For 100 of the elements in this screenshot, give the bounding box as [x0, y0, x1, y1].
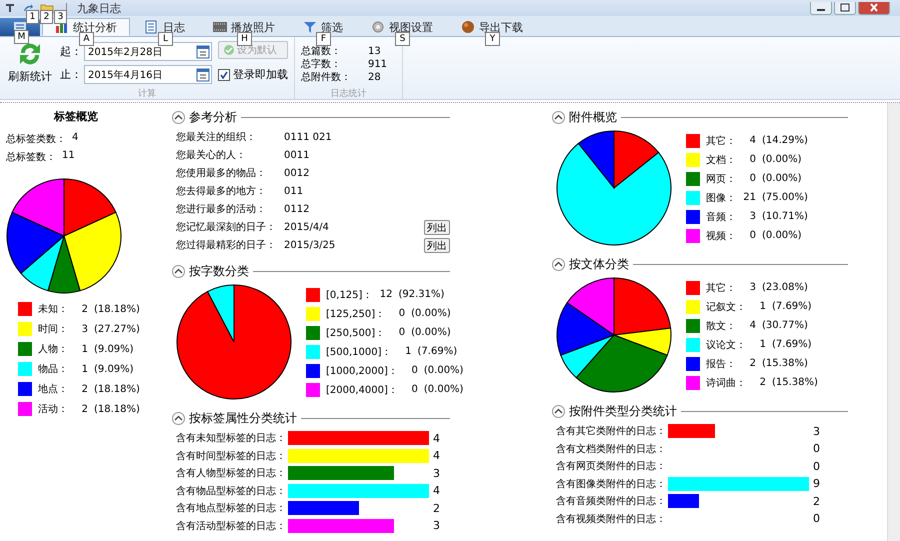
collapse-button[interactable]: [552, 258, 565, 271]
legend-percent: (7.69%): [772, 301, 812, 312]
label-separator: ：: [276, 467, 286, 480]
info-value: 0011: [284, 149, 310, 163]
bar-label: 含有其它类附件的日志: [556, 424, 656, 438]
legend-label: 网页：: [706, 172, 736, 186]
info-value: 0112: [284, 203, 310, 217]
bar-label: 含有未知型标签的日志: [176, 432, 276, 446]
legend-percent: (18.18%): [94, 384, 140, 394]
keytip: A: [79, 32, 94, 46]
date-field[interactable]: 2015年4月16日: [84, 65, 212, 84]
legend-count: 0: [748, 154, 756, 165]
collapse-button[interactable]: [172, 265, 185, 278]
bar-value: 4: [433, 449, 440, 462]
redo-icon[interactable]: [22, 2, 34, 14]
chevron-up-icon: [554, 113, 563, 122]
keytip: 2: [40, 10, 53, 24]
collapse-button[interactable]: [552, 405, 565, 418]
legend-count: 1: [80, 344, 88, 354]
legend-percent: (0.00%): [424, 384, 464, 395]
chevron-up-icon: [174, 267, 183, 276]
group-label: 计算: [137, 88, 157, 99]
list-button[interactable]: 列出: [424, 238, 450, 253]
keytip: F: [316, 32, 331, 46]
section-title: 按附件类型分类统计: [569, 403, 677, 420]
label-separator: ：: [276, 432, 286, 446]
section-title: 按字数分类: [189, 263, 249, 280]
legend-label: 地点：: [38, 382, 68, 396]
bar-label: 含有人物型标签的日志: [176, 466, 276, 480]
calendar-icon[interactable]: [196, 44, 210, 58]
date-field[interactable]: 2015年2月28日: [84, 42, 212, 61]
legend-count: 2: [80, 304, 88, 314]
bar-label: 含有网页类附件的日志: [556, 460, 656, 474]
collapse-button[interactable]: [172, 111, 185, 124]
collapse-button[interactable]: [172, 412, 185, 425]
chevron-up-icon: [554, 260, 563, 269]
legend-percent: (0.00%): [411, 308, 451, 319]
info-label: 您去得最多的地方：: [176, 184, 267, 199]
bar-value: 2: [433, 502, 440, 515]
bar-label: 含有地点型标签的日志: [176, 502, 276, 516]
chevron-up-icon: [554, 407, 563, 416]
bar-value: 3: [433, 466, 440, 480]
keytip: 1: [26, 10, 39, 24]
maximize-icon[interactable]: [834, 2, 856, 14]
bar-value: 0: [813, 442, 820, 456]
info-value: 0111 021: [284, 131, 333, 145]
legend-count: 0: [398, 327, 406, 338]
legend-count: 1: [758, 339, 766, 350]
section-title: 附件概览: [569, 109, 617, 126]
legend-percent: (18.18%): [94, 404, 140, 414]
legend-label: 诗词曲：: [706, 376, 746, 390]
info-value: 2015/3/25: [284, 239, 336, 253]
legend-count: 4: [748, 135, 756, 146]
scrollbar[interactable]: [887, 103, 900, 541]
collapse-button[interactable]: [552, 111, 565, 124]
legend-label: [125,250]：: [326, 308, 386, 320]
stat-value: 4: [72, 132, 78, 145]
bar-label: 含有活动型标签的日志: [176, 520, 276, 533]
legend-count: 0: [410, 384, 418, 395]
label-separator: ：: [656, 425, 666, 438]
stat-value: 11: [62, 150, 75, 163]
legend-count: 2: [80, 384, 88, 394]
legend-percent: (7.69%): [418, 346, 458, 357]
stat-label: 总标签数：: [6, 150, 56, 164]
info-value: 011: [284, 185, 304, 199]
legend-count: 3: [748, 282, 756, 293]
checkbox[interactable]: [218, 68, 230, 80]
legend-label: 未知：: [38, 302, 68, 316]
bar: [288, 501, 358, 516]
legend-label: [0,125]：: [326, 288, 372, 302]
calendar-icon[interactable]: [196, 68, 210, 82]
legend-count: 1: [80, 364, 88, 374]
legend-label: 音频：: [706, 210, 736, 224]
legend-percent: (18.18%): [94, 304, 140, 314]
bar-value: 2: [813, 494, 820, 508]
legend-label: 其它：: [706, 282, 736, 294]
info-label: 您进行最多的活动：: [176, 202, 267, 217]
info-label: 您最关注的组织：: [176, 130, 257, 145]
stat-value: 28: [368, 72, 382, 84]
minimize-icon[interactable]: [810, 2, 832, 14]
bar-label: 含有时间型标签的日志: [176, 450, 276, 463]
bar-value: 3: [813, 424, 820, 438]
pie-slice: [20, 236, 64, 292]
legend-count: 0: [748, 173, 756, 184]
label-separator: ：: [276, 502, 286, 516]
bar-value: 9: [813, 477, 820, 490]
film-icon: [213, 20, 227, 34]
close-icon[interactable]: [858, 2, 890, 14]
legend-percent: (0.00%): [762, 173, 802, 184]
stat-label: 总标签类数：: [6, 132, 66, 146]
keytip: 3: [54, 10, 67, 24]
legend-percent: (9.09%): [94, 344, 134, 354]
info-value: 2015/4/4: [284, 221, 330, 235]
legend-count: 0: [410, 365, 418, 376]
bar-label: 含有音频类附件的日志: [556, 494, 656, 508]
label-separator: ：: [276, 450, 286, 463]
legend-label: 时间：: [38, 322, 68, 336]
legend-label: [1000,2000]：: [326, 364, 398, 378]
list-button[interactable]: 列出: [424, 220, 450, 235]
legend-label: 物品：: [38, 363, 68, 376]
